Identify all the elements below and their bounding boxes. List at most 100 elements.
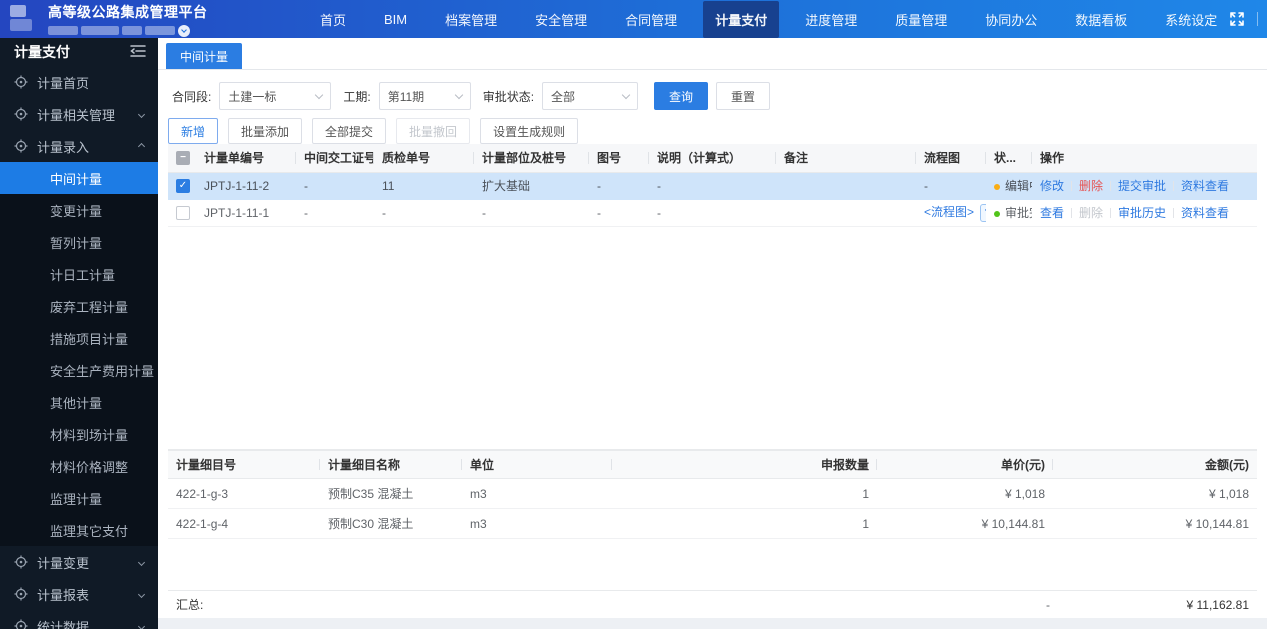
detail-row[interactable]: 422-1-g-3 预制C35 混凝土 m3 1 ¥ 1,018 ¥ 1,018 [168,478,1257,509]
sidebar-item-measure-entry[interactable]: 计量录入 [0,130,158,162]
sidebar-item-intermediate-measure[interactable]: 中间计量 [0,162,158,194]
approval-status-select[interactable]: 全部 [542,82,639,110]
set-generation-rules-button[interactable]: 设置生成规则 [480,118,579,144]
flowchart-cell: - [916,172,986,200]
nav-item-dashboard[interactable]: 数据看板 [1063,1,1139,38]
add-button[interactable]: 新增 [168,118,219,144]
sidebar-item-material-price-adjust[interactable]: 材料价格调整 [0,450,158,482]
sidebar-item-provisional-measure[interactable]: 暂列计量 [0,226,158,258]
nav-item-quality[interactable]: 质量管理 [883,1,959,38]
summary-unit-price: - [1046,597,1050,612]
sidebar-item-daywork-measure[interactable]: 计日工计量 [0,258,158,290]
detail-header-row: 计量细目号 计量细目名称 单位 申报数量 单价(元) 金额(元) [168,450,1257,479]
quality-no-cell: - [374,199,474,227]
sidebar-title: 计量支付 [14,44,70,60]
sidebar-item-change-measure[interactable]: 变更计量 [0,194,158,226]
fullscreen-icon[interactable] [1229,11,1245,27]
sidebar-item-measure-related[interactable]: 计量相关管理 [0,98,158,130]
nav-item-collaboration[interactable]: 协同办公 [973,1,1049,38]
col-header-handover-no: 中间交工证号 [296,144,374,173]
col-header-remark: 备注 [776,144,916,173]
sidebar-item-safety-cost-measure[interactable]: 安全生产费用计量 [0,354,158,386]
description-cell: - [649,172,776,200]
sidebar-item-measure-home[interactable]: 计量首页 [0,66,158,98]
period-select[interactable]: 第11期 [378,82,471,110]
sidebar-item-label: 计量录入 [37,139,90,155]
sidebar-item-measure-change[interactable]: 计量变更 [0,546,158,578]
sidebar-item-other-measure[interactable]: 其他计量 [0,386,158,418]
unit-cell: m3 [462,478,612,509]
location-cell: 扩大基础 [474,172,589,200]
detail-row[interactable]: 422-1-g-4 预制C30 混凝土 m3 1 ¥ 10,144.81 ¥ 1… [168,508,1257,539]
submit-approval-link[interactable]: 提交审批 [1118,179,1166,193]
contract-section-select[interactable]: 土建一标 [219,82,332,110]
flowchart-link[interactable]: <流程图> [924,205,974,219]
nav-item-contract[interactable]: 合同管理 [613,1,689,38]
col-header-item-code: 计量细目号 [168,450,320,479]
sidebar-item-label: 计量首页 [37,75,90,91]
col-header-declared-qty: 申报数量 [612,450,877,479]
module-icon [14,555,28,569]
item-code-cell: 422-1-g-3 [168,478,320,509]
batch-withdraw-button[interactable]: 批量撤回 [396,118,471,144]
nav-item-progress[interactable]: 进度管理 [793,1,869,38]
audit-badge-button[interactable]: 审 [980,203,986,222]
unit-cell: m3 [462,508,612,539]
quality-no-cell: 11 [374,172,474,200]
top-navigation: 首页 BIM 档案管理 安全管理 合同管理 计量支付 进度管理 质量管理 协同办… [308,0,1229,38]
sidebar-item-material-arrival-measure[interactable]: 材料到场计量 [0,418,158,450]
sidebar-item-abandoned-work-measure[interactable]: 废弃工程计量 [0,290,158,322]
edit-link[interactable]: 修改 [1040,179,1064,193]
row-checkbox[interactable] [176,205,190,220]
sidebar-item-statistics[interactable]: 统计数据 [0,610,158,629]
delete-link[interactable]: 删除 [1079,179,1103,193]
chevron-down-icon[interactable] [178,24,190,37]
tab-intermediate-measure[interactable]: 中间计量 [166,43,243,69]
submit-all-button[interactable]: 全部提交 [312,118,387,144]
nav-item-archives[interactable]: 档案管理 [433,1,509,38]
redacted-text [122,26,142,35]
table-row[interactable]: JPTJ-1-11-1 - - - - - <流程图> 审 审批完成 查看 删除 审批… [168,199,1257,227]
batch-add-button[interactable]: 批量添加 [228,118,303,144]
nav-item-bim[interactable]: BIM [372,3,419,36]
chevron-down-icon [621,90,631,99]
delete-link-disabled[interactable]: 删除 [1079,206,1103,220]
actions-cell: 查看 删除 审批历史 资料查看 [1032,199,1257,227]
col-header-description: 说明（计算式） [649,144,776,173]
sidebar-item-supervision-other-payment[interactable]: 监理其它支付 [0,514,158,546]
detail-table-section: 计量细目号 计量细目名称 单位 申报数量 单价(元) 金额(元) 422-1-g… [168,450,1257,618]
view-documents-link[interactable]: 资料查看 [1181,179,1229,193]
nav-item-system-settings[interactable]: 系统设定 [1153,1,1229,38]
sidebar-item-measure-project-measure[interactable]: 措施项目计量 [0,322,158,354]
row-checkbox[interactable] [176,178,190,193]
remark-cell [776,199,916,227]
nav-item-measurement-payment[interactable]: 计量支付 [703,0,780,38]
location-cell: - [474,199,589,227]
approval-status-value: 全部 [551,89,576,104]
approval-status-label: 审批状态: [482,89,535,104]
app-subtitle-redacted [48,24,208,37]
table-row[interactable]: JPTJ-1-11-2 - 11 扩大基础 - - - 编辑中 修改 删除 提交审批… [168,172,1257,200]
chevron-up-icon [137,142,146,150]
sidebar-item-measure-report[interactable]: 计量报表 [0,578,158,610]
redacted-text [145,26,175,35]
period-label: 工期: [343,89,371,104]
menu-collapse-icon[interactable] [130,44,146,61]
nav-item-home[interactable]: 首页 [308,1,358,38]
approval-history-link[interactable]: 审批历史 [1118,206,1166,220]
qty-cell: 1 [612,508,877,539]
sidebar-item-supervision-measure[interactable]: 监理计量 [0,482,158,514]
nav-item-safety[interactable]: 安全管理 [523,1,599,38]
view-documents-link[interactable]: 资料查看 [1181,206,1229,220]
qty-cell: 1 [612,478,877,509]
reset-button[interactable]: 重置 [716,82,771,110]
search-button[interactable]: 查询 [654,82,709,110]
amount-cell: ¥ 1,018 [1053,478,1257,509]
select-all-checkbox[interactable] [176,151,190,166]
section-divider [168,442,1257,450]
topbar: 高等级公路集成管理平台 首页 BIM 档案管理 安全管理 合同管理 计量支付 进… [0,0,1267,38]
chevron-down-icon [315,90,324,99]
item-name-cell: 预制C30 混凝土 [320,508,462,539]
item-code-cell: 422-1-g-4 [168,508,320,539]
view-link[interactable]: 查看 [1040,206,1064,220]
